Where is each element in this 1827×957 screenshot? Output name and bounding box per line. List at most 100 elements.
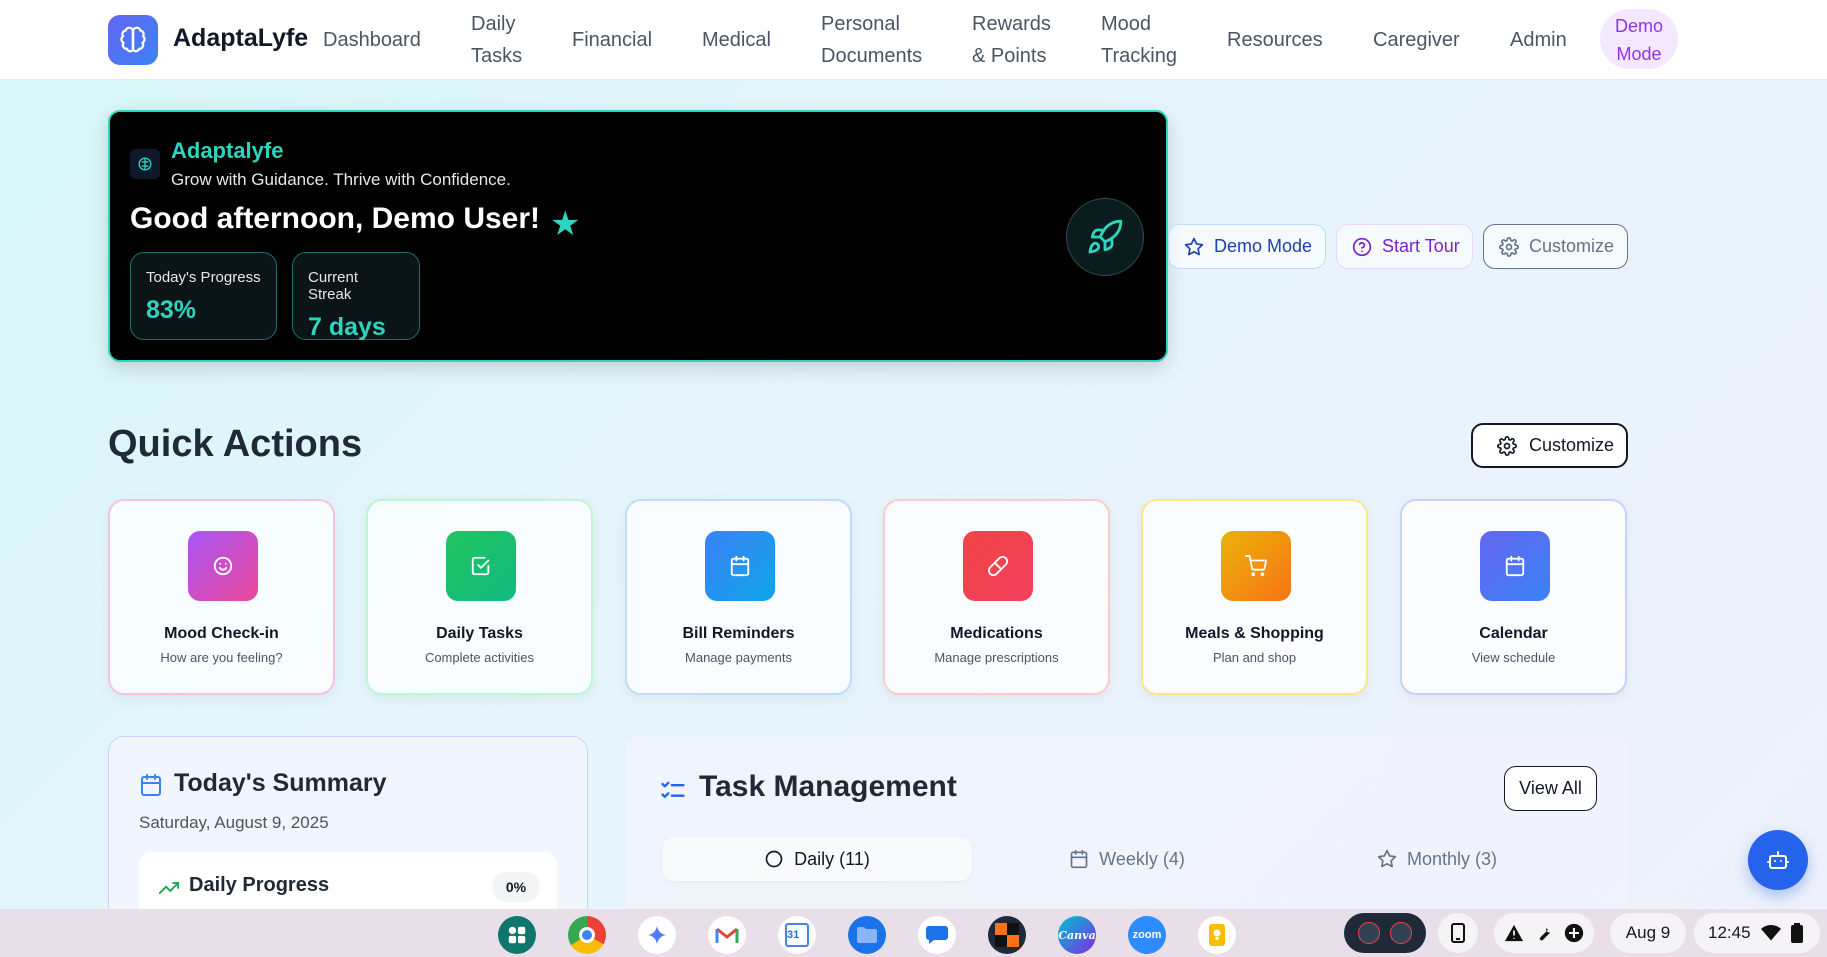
tab-monthly[interactable]: Monthly (3) <box>1282 837 1592 881</box>
card-subtitle: View schedule <box>1471 650 1556 665</box>
date-display[interactable]: Aug 9 <box>1610 913 1686 953</box>
tab-label: Daily (11) <box>794 848 870 869</box>
view-all-button[interactable]: View All <box>1504 766 1597 811</box>
bot-icon <box>1767 851 1789 869</box>
smile-icon <box>188 531 258 601</box>
brain-logo-icon[interactable] <box>108 15 158 65</box>
game-app-icon[interactable] <box>988 916 1026 954</box>
summary-title: Today's Summary <box>174 769 387 797</box>
customize-label: Customize <box>1529 435 1615 455</box>
wrench-icon <box>1539 928 1551 941</box>
hero-brand: Adaptalyfe <box>171 138 284 163</box>
customize-quick-actions-button[interactable]: Customize <box>1471 423 1628 468</box>
pill-icon <box>963 531 1033 601</box>
launcher-icon[interactable] <box>498 916 536 954</box>
trending-up-icon <box>159 882 179 894</box>
customize-hero-button[interactable]: Customize <box>1483 224 1628 269</box>
nav-rewards-points[interactable]: Rewards & Points <box>972 0 1051 80</box>
card-title: Medications <box>950 625 1043 642</box>
status-icons[interactable] <box>1494 913 1594 953</box>
list-checks-icon <box>661 781 685 798</box>
calendar-icon <box>1480 531 1550 601</box>
window-previews[interactable] <box>1344 913 1426 953</box>
nav-personal-documents[interactable]: Personal Documents <box>821 0 922 80</box>
task-management-title: Task Management <box>699 770 957 803</box>
nav-medical[interactable]: Medical <box>702 0 771 80</box>
gemini-icon[interactable] <box>638 916 676 954</box>
nav-dashboard[interactable]: Dashboard <box>323 0 421 80</box>
clock-tray[interactable]: 12:45 <box>1694 913 1820 953</box>
tab-weekly[interactable]: Weekly (4) <box>972 837 1282 881</box>
check-square-icon <box>446 531 516 601</box>
tab-daily[interactable]: Daily (11) <box>662 837 972 881</box>
card-bill-reminders[interactable]: Bill Reminders Manage payments <box>625 499 852 695</box>
stat-label: Current Streak <box>308 269 359 303</box>
rocket-icon[interactable] <box>1066 198 1144 276</box>
os-shelf: 31 Canva zoom Aug 9 12:45 <box>0 909 1827 957</box>
nav-caregiver[interactable]: Caregiver <box>1373 0 1460 80</box>
card-medications[interactable]: Medications Manage prescriptions <box>883 499 1110 695</box>
nav-daily-tasks[interactable]: Daily Tasks <box>471 0 522 80</box>
demo-mode-label: Demo Mode <box>1214 236 1313 256</box>
card-title: Daily Tasks <box>436 625 523 642</box>
summary-date: Saturday, August 9, 2025 <box>139 813 329 832</box>
stat-value: 7 days <box>308 313 386 341</box>
nav-mood-tracking[interactable]: Mood Tracking <box>1101 0 1177 80</box>
hero-tagline: Grow with Guidance. Thrive with Confiden… <box>171 170 511 189</box>
star-outline-icon <box>1184 237 1204 255</box>
nav-resources[interactable]: Resources <box>1227 0 1323 80</box>
gmail-icon[interactable] <box>708 916 746 954</box>
greeting: Good afternoon, Demo User! <box>130 202 541 235</box>
stat-todays-progress: Today's Progress 83% <box>130 252 277 340</box>
help-circle-icon <box>1352 237 1372 256</box>
card-subtitle: How are you feeling? <box>160 650 283 665</box>
start-tour-button[interactable]: Start Tour <box>1336 224 1473 269</box>
gear-icon <box>1499 236 1519 257</box>
nav-demo-mode[interactable]: Demo Mode <box>1600 9 1678 69</box>
circle-icon <box>765 850 783 868</box>
card-calendar[interactable]: Calendar View schedule <box>1400 499 1627 695</box>
card-daily-tasks[interactable]: Daily Tasks Complete activities <box>366 499 593 695</box>
warning-icon <box>1505 924 1523 942</box>
clock-time: 12:45 <box>1708 923 1751 942</box>
customize-label: Customize <box>1529 236 1615 256</box>
daily-progress-title: Daily Progress <box>189 874 330 896</box>
card-subtitle: Plan and shop <box>1212 650 1297 665</box>
tab-label: Weekly (4) <box>1099 848 1185 869</box>
star-outline-icon <box>1377 849 1397 868</box>
card-title: Bill Reminders <box>682 625 795 642</box>
card-mood-check-in[interactable]: Mood Check-in How are you feeling? <box>108 499 335 695</box>
welcome-hero: Adaptalyfe Grow with Guidance. Thrive wi… <box>108 110 1168 362</box>
stat-label: Today's Progress <box>146 269 261 286</box>
battery-icon <box>1790 923 1803 943</box>
files-icon[interactable] <box>848 916 886 954</box>
card-subtitle: Manage prescriptions <box>934 650 1059 665</box>
quick-actions-title: Quick Actions <box>108 423 363 465</box>
phone-hub-icon[interactable] <box>1438 913 1478 953</box>
start-tour-label: Start Tour <box>1382 236 1460 256</box>
keep-icon[interactable] <box>1198 916 1236 954</box>
card-title: Meals & Shopping <box>1185 625 1324 642</box>
chatbot-button[interactable] <box>1748 830 1808 890</box>
card-title: Calendar <box>1479 625 1548 642</box>
card-meals-shopping[interactable]: Meals & Shopping Plan and shop <box>1141 499 1368 695</box>
calendar-icon <box>1070 849 1088 869</box>
canva-icon[interactable]: Canva <box>1058 916 1096 954</box>
calendar-app-icon[interactable]: 31 <box>778 916 816 954</box>
chrome-icon[interactable] <box>568 916 606 954</box>
nav-admin[interactable]: Admin <box>1510 0 1567 80</box>
messages-icon[interactable] <box>918 916 956 954</box>
nav-financial[interactable]: Financial <box>572 0 652 80</box>
brain-logo-icon <box>130 149 160 179</box>
calendar-icon <box>141 774 161 796</box>
plus-circle-icon <box>1564 923 1584 943</box>
tab-label: Monthly (3) <box>1406 848 1498 869</box>
card-subtitle: Complete activities <box>424 650 535 665</box>
zoom-icon[interactable]: zoom <box>1128 916 1166 954</box>
card-subtitle: Manage payments <box>685 650 792 665</box>
brand-name[interactable]: AdaptaLyfe <box>173 24 308 53</box>
cart-icon <box>1221 531 1291 601</box>
demo-mode-button[interactable]: Demo Mode <box>1168 224 1326 269</box>
calendar-icon <box>705 531 775 601</box>
star-icon: ★ <box>550 205 581 243</box>
